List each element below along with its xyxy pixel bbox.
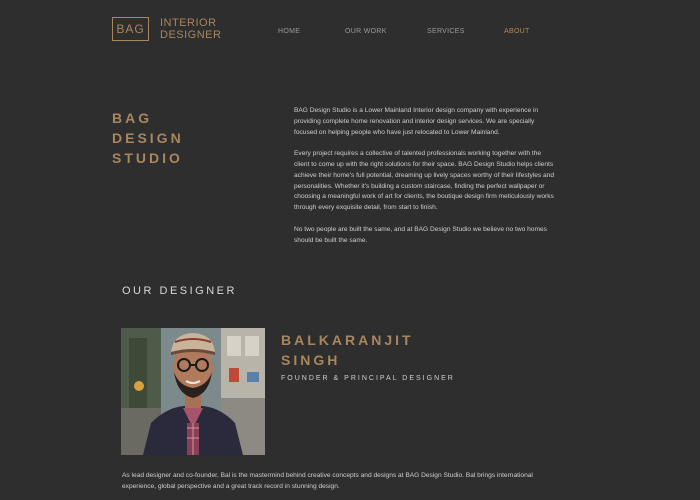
designer-bio: As lead designer and co-founder, Bal is …: [122, 472, 533, 490]
designer-name: BALKARANJIT SINGH: [281, 330, 414, 370]
designer-name-line: SINGH: [281, 352, 341, 368]
nav-about[interactable]: ABOUT: [504, 28, 530, 35]
nav-services[interactable]: SERVICES: [427, 28, 465, 35]
studio-title-line: BAG: [112, 110, 153, 126]
studio-paragraph: Every project requires a collective of t…: [294, 150, 555, 212]
studio-title-line: STUDIO: [112, 150, 183, 166]
nav-our-work[interactable]: OUR WORK: [345, 28, 387, 35]
designer-photo: [121, 328, 265, 455]
studio-title: BAG DESIGN STUDIO: [112, 108, 184, 168]
section-heading-our-designer: OUR DESIGNER: [122, 285, 237, 297]
studio-description: BAG Design Studio is a Lower Mainland In…: [294, 106, 556, 257]
studio-title-line: DESIGN: [112, 130, 184, 146]
designer-role: FOUNDER & PRINCIPAL DESIGNER: [281, 375, 455, 382]
about-page: BAG INTERIOR DESIGNER HOME OUR WORK SERV…: [0, 0, 700, 500]
studio-paragraph: No two people are built the same, and at…: [294, 225, 547, 244]
designer-name-line: BALKARANJIT: [281, 332, 414, 348]
main-nav: HOME OUR WORK SERVICES ABOUT: [0, 28, 700, 40]
studio-paragraph: BAG Design Studio is a Lower Mainland In…: [294, 107, 539, 136]
nav-home[interactable]: HOME: [278, 28, 300, 35]
